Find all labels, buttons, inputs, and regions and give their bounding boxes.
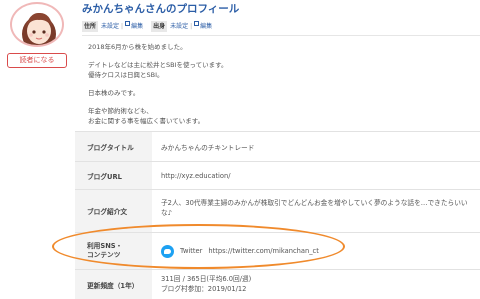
edit-origin-label: 編集 xyxy=(200,23,213,30)
bio-line: 2018年6月から株を始めました。 xyxy=(88,43,187,51)
profile-bio: 2018年6月から株を始めました。 デイトレなどは主に松井とSBIを使っています… xyxy=(88,43,468,126)
bio-gap xyxy=(88,80,468,89)
blog-url-label: ブログURL xyxy=(75,162,152,189)
bio-line: お金に関する事を幅広く書いています。 xyxy=(88,116,205,125)
edit-icon xyxy=(125,21,131,26)
avatar-illustration xyxy=(22,12,56,45)
blog-url-link[interactable]: http://xyz.education/ xyxy=(161,172,230,180)
table-row: ブログタイトル みかんちゃんのチキントレード xyxy=(75,131,480,161)
edit-residence-label: 編集 xyxy=(131,23,144,30)
blog-title-label: ブログタイトル xyxy=(75,132,152,161)
page-title: みかんちゃんさんのプロフィール xyxy=(82,3,240,15)
meta-separator: | xyxy=(190,23,193,30)
bio-line: 優待クロスは日興とSBI。 xyxy=(88,70,164,79)
edit-residence-link[interactable]: 編集 xyxy=(125,21,143,32)
residence-label: 住所 xyxy=(82,21,99,32)
blog-title-value: みかんちゃんのチキントレード xyxy=(161,143,255,152)
table-row: 更新頻度（1年） 311回 / 365日(平均6.0回/週) ブログ村参加：20… xyxy=(75,269,480,299)
update-frequency-value: 311回 / 365日(平均6.0回/週) xyxy=(161,275,252,283)
divider xyxy=(82,35,480,36)
bio-line: 日本株のみです。 xyxy=(88,88,140,97)
follow-button[interactable]: 読者になる xyxy=(7,53,67,68)
bio-gap xyxy=(88,98,468,107)
bio-gap xyxy=(88,52,468,61)
profile-info-table: ブログタイトル みかんちゃんのチキントレード ブログURL http://xyz… xyxy=(75,131,480,299)
residence-value: 未設定 xyxy=(101,23,120,30)
blogmura-join-date: ブログ村参加：2019/01/12 xyxy=(161,284,247,293)
origin-label: 出身 xyxy=(151,21,168,32)
table-row: ブログURL http://xyz.education/ xyxy=(75,161,480,189)
edit-icon xyxy=(194,21,200,26)
avatar[interactable] xyxy=(10,2,64,47)
bio-line: デイトレなどは主に松井とSBIを使っています。 xyxy=(88,61,228,70)
edit-origin-link[interactable]: 編集 xyxy=(194,21,212,32)
origin-value: 未設定 xyxy=(170,23,189,30)
highlight-annotation xyxy=(52,224,345,269)
profile-meta: 住所 未設定 | 編集 出身 未設定 | 編集 xyxy=(82,21,212,32)
bio-line: 年金や節約術なども、 xyxy=(88,107,153,116)
update-frequency-label: 更新頻度（1年） xyxy=(75,270,152,299)
meta-separator: | xyxy=(121,23,124,30)
